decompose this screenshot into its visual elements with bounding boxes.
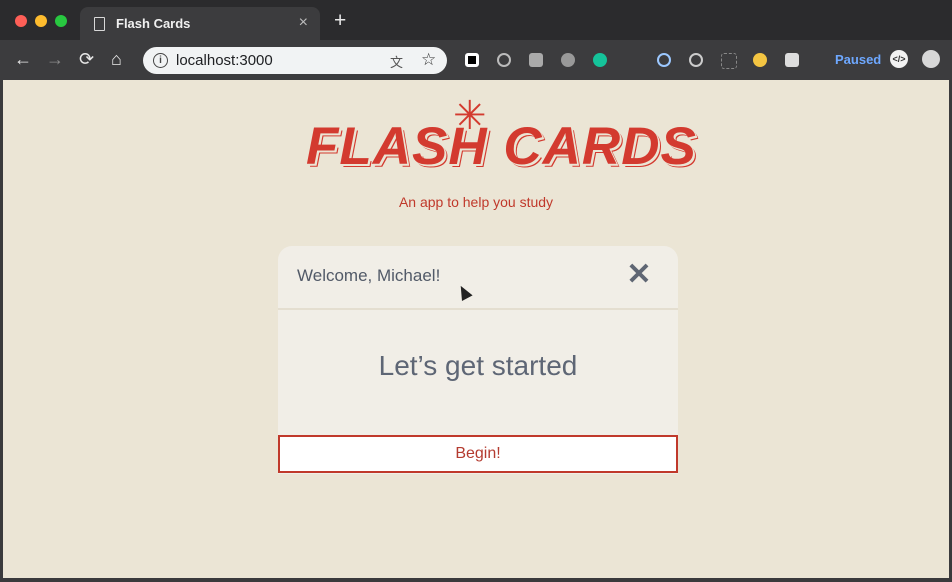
- maximize-window-icon[interactable]: [55, 15, 67, 27]
- browser-tab-strip: Flash Cards × +: [0, 0, 952, 40]
- app-viewport: ✳ FLASH CARDS An app to help you study W…: [3, 80, 949, 578]
- address-bar[interactable]: i localhost:3000 文 ☆: [143, 47, 447, 74]
- close-window-icon[interactable]: [15, 15, 27, 27]
- subtitle: An app to help you study: [398, 194, 554, 210]
- code-icon[interactable]: </>: [890, 50, 908, 68]
- extension-z-icon[interactable]: [785, 53, 799, 67]
- welcome-card: Welcome, Michael! ✕ Let’s get started Be…: [278, 246, 678, 474]
- welcome-message: Welcome, Michael!: [297, 266, 441, 285]
- extension-square-icon[interactable]: [465, 53, 479, 67]
- reload-button[interactable]: ⟳: [79, 49, 94, 69]
- extension-target-icon[interactable]: [689, 53, 703, 67]
- begin-button[interactable]: Begin!: [278, 435, 678, 473]
- bookmark-star-icon[interactable]: ☆: [421, 50, 436, 70]
- extension-sync-icon[interactable]: [497, 53, 511, 67]
- extension-evernote-icon[interactable]: [561, 53, 575, 67]
- close-icon[interactable]: ✕: [624, 260, 654, 290]
- extension-react-icon[interactable]: [657, 53, 671, 67]
- extension-camera-icon[interactable]: [529, 53, 543, 67]
- document-icon: [94, 17, 105, 31]
- extension-grammarly-icon[interactable]: [593, 53, 607, 67]
- url-text[interactable]: localhost:3000: [176, 52, 273, 69]
- translate-icon[interactable]: 文: [390, 52, 403, 71]
- extension-chrome-icon[interactable]: [753, 53, 767, 67]
- paused-status[interactable]: Paused: [835, 52, 881, 67]
- profile-icon[interactable]: [922, 50, 940, 68]
- logo: ✳ FLASH CARDS: [298, 96, 696, 198]
- forward-button[interactable]: →: [46, 49, 64, 69]
- card-header: Welcome, Michael! ✕: [278, 246, 678, 310]
- browser-tab[interactable]: Flash Cards ×: [80, 7, 320, 40]
- tab-title: Flash Cards: [116, 16, 191, 31]
- home-button[interactable]: ⌂: [111, 49, 122, 69]
- info-icon[interactable]: i: [153, 53, 168, 68]
- minimize-window-icon[interactable]: [35, 15, 47, 27]
- logo-text: FLASH CARDS: [306, 117, 697, 176]
- card-message: Let’s get started: [378, 350, 578, 381]
- new-tab-button[interactable]: +: [334, 10, 346, 31]
- extension-bracket-icon[interactable]: [721, 53, 737, 69]
- browser-toolbar: ← → ⟳ ⌂ i localhost:3000 文 ☆ Paused </>: [0, 40, 952, 80]
- tab-close-icon[interactable]: ×: [299, 14, 308, 32]
- back-button[interactable]: ←: [14, 49, 32, 69]
